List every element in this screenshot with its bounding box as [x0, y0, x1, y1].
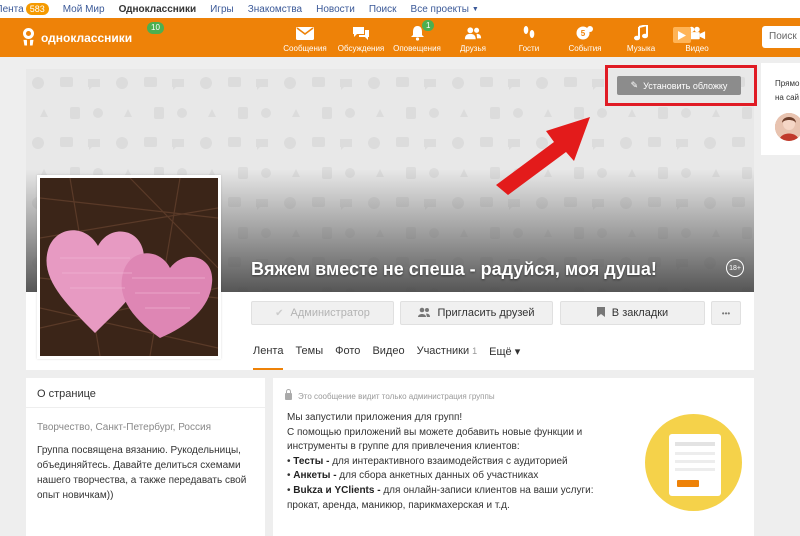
tab-more[interactable]: Ещё ▾: [489, 345, 520, 370]
nav-guests[interactable]: Гости: [502, 18, 556, 57]
admin-only-note: Это сообщение видит только администрация…: [273, 378, 754, 401]
tab-members[interactable]: Участники 1: [417, 345, 478, 370]
svg-text:5: 5: [581, 29, 586, 38]
tab-feed[interactable]: Лента: [253, 345, 284, 370]
nav-messages[interactable]: Сообщения: [278, 18, 332, 57]
music-note-icon: [632, 25, 650, 41]
people-icon: [464, 25, 482, 41]
feed-count-badge: 583: [25, 3, 49, 15]
link-all-projects[interactable]: Все проекты ▼: [411, 4, 479, 15]
link-feed[interactable]: Лента583: [0, 3, 49, 15]
play-icon[interactable]: [673, 27, 691, 43]
chat-bubbles-icon: [352, 25, 370, 41]
age-rating-icon: 18+: [726, 259, 744, 277]
red-arrow-annotation: [496, 117, 590, 195]
chevron-down-icon: ▼: [471, 5, 479, 13]
checkmark-icon: ✔: [275, 307, 284, 319]
main-header: одноклассники 10 Сообщения Обсуждения 1 …: [0, 18, 800, 57]
message-intro-1: Мы запустили приложения для групп!: [287, 412, 463, 423]
group-avatar[interactable]: [37, 175, 221, 359]
footprints-icon: [520, 25, 538, 41]
message-item-1: • Тесты - для интерактивного взаимодейст…: [287, 455, 568, 467]
ok-logo[interactable]: одноклассники 10: [22, 22, 164, 47]
link-odnoklassniki[interactable]: Одноклассники: [119, 4, 197, 15]
members-count: 1: [472, 346, 478, 356]
message-item-3: • Bukza и YClients - для онлайн-записи к…: [287, 484, 594, 511]
main-nav: Сообщения Обсуждения 1 Оповещения Друзья: [278, 18, 726, 57]
group-title: Вяжем вместе не спеша - радуйся, моя душ…: [251, 259, 657, 279]
nav-discussions[interactable]: Обсуждения: [334, 18, 388, 57]
link-my-world[interactable]: Мой Мир: [63, 4, 105, 15]
add-people-icon: [418, 307, 431, 320]
link-search[interactable]: Поиск: [369, 4, 397, 15]
promo-avatar[interactable]: [775, 113, 800, 141]
logo-text: одноклассники: [41, 30, 133, 45]
right-promo-card: Прямо на сай: [761, 63, 800, 155]
about-heading: О странице: [26, 378, 265, 408]
tab-photo[interactable]: Фото: [335, 345, 360, 370]
link-dating[interactable]: Знакомства: [248, 4, 302, 15]
tab-topics[interactable]: Темы: [295, 345, 323, 370]
message-body: Мы запустили приложения для групп! С пом…: [273, 401, 613, 513]
nav-events[interactable]: 5 События: [558, 18, 612, 57]
knitted-hearts-image: [40, 178, 218, 356]
set-cover-button[interactable]: ✎ Установить обложку: [617, 76, 741, 95]
admin-message-card: Это сообщение видит только администрация…: [273, 378, 754, 536]
message-item-2: • Анкеты - для сбора анкетных данных об …: [287, 470, 539, 482]
notifications-badge: 1: [422, 20, 435, 31]
top-links-bar: Лента583 Мой Мир Одноклассники Игры Знак…: [0, 0, 800, 18]
apps-illustration: [645, 414, 742, 511]
group-tabs: Лента Темы Фото Видео Участники 1 Ещё ▾: [253, 345, 532, 370]
pencil-icon: ✎: [630, 80, 639, 90]
bookmark-button[interactable]: В закладки: [560, 301, 705, 325]
link-games[interactable]: Игры: [210, 4, 234, 15]
about-location[interactable]: Творчество, Санкт-Петербург, Россия: [26, 408, 265, 433]
search-input[interactable]: Поиск: [762, 26, 800, 48]
tab-video[interactable]: Видео: [372, 345, 404, 370]
bookmark-icon: [596, 306, 605, 320]
about-card: О странице Творчество, Санкт-Петербург, …: [26, 378, 265, 536]
message-intro-2: С помощью приложений вы можете добавить …: [287, 426, 583, 453]
about-description: Группа посвящена вязанию. Рукодельницы, …: [37, 445, 247, 501]
lock-icon: [285, 389, 292, 400]
nav-notifications[interactable]: 1 Оповещения: [390, 18, 444, 57]
more-actions-button[interactable]: •••: [711, 301, 741, 325]
logo-badge: 10: [147, 22, 164, 34]
invite-friends-button[interactable]: Пригласить друзей: [400, 301, 553, 325]
administrator-button[interactable]: ✔ Администратор: [251, 301, 394, 325]
promo-line-1: Прямо: [775, 79, 800, 88]
ok-logo-icon: [22, 28, 35, 47]
events-icon: 5: [576, 25, 594, 41]
envelope-icon: [296, 25, 314, 41]
nav-music[interactable]: Музыка: [614, 18, 668, 57]
link-news[interactable]: Новости: [316, 4, 355, 15]
nav-friends[interactable]: Друзья: [446, 18, 500, 57]
promo-line-2: на сай: [775, 93, 800, 102]
